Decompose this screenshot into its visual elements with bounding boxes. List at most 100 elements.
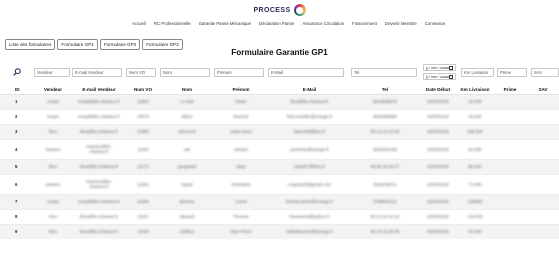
cell-value: Gaillere [179, 229, 195, 235]
cell-value: 02/03/2023 [427, 229, 449, 235]
filter-km-livraison[interactable] [461, 68, 494, 77]
cell-value: Lionel [235, 199, 247, 204]
nav-item-accueil[interactable]: Accueil [132, 21, 146, 26]
cell-value: Ewan [235, 99, 247, 104]
cell-value: 06.60.42.83.27 [370, 164, 400, 169]
cell-email: thea@bn.charteur.fr [268, 93, 351, 109]
nav-item-declaration-panne[interactable]: Déclaration Panne [259, 21, 294, 26]
table-row[interactable]: 1 nnaan nnaa@bbn.charteur.fr 11922 Le Mat Ewa… [0, 93, 559, 109]
calendar-icon[interactable] [449, 74, 453, 79]
table-row[interactable]: 5 theo thea@bn.charteur.fr 11172 gougeard dan… [0, 158, 559, 174]
col-header-sav[interactable]: SAV [527, 85, 559, 95]
filter-vendeur[interactable] [34, 68, 70, 77]
cell-km: 116.000 [457, 208, 493, 224]
filter-email[interactable] [268, 68, 344, 77]
col-header-tel[interactable]: Tel [351, 85, 419, 95]
table-row[interactable]: 3 theo thea@bn.charteur.fr 11980 atrement mar… [0, 123, 559, 139]
col-header-km-livraison[interactable]: Km Livraison [457, 85, 493, 95]
nav-item-rc-professionnelle[interactable]: RC Professionnelle [154, 21, 191, 26]
cell-email: berleau.lionel@orange.fr [268, 193, 351, 209]
cell-id: 9 [0, 223, 34, 239]
cell-prenom: Jean Pierre [214, 223, 268, 239]
col-header-email-vendeur[interactable]: E-mail Vendeur [72, 85, 126, 95]
cell-value: thea@bn.charteur.fr [79, 129, 119, 134]
cell-sav [527, 138, 559, 159]
table-row[interactable]: 6 maxime maxime@bn-charteur.fr 11281 leguai c… [0, 173, 559, 194]
cell-value: nnaan [47, 199, 59, 204]
filter-date-from[interactable]: jj / mm / aaaa [423, 64, 456, 71]
cell-value: 11980 [137, 129, 149, 134]
table-row[interactable]: 4 maxime maxime@bn-charteur.fr 11190 tutt ste… [0, 138, 559, 159]
cell-value: laure298@live.fr [293, 129, 326, 134]
cell-value: 0626239211 [373, 181, 397, 187]
cell-vendeur: maxime [34, 138, 72, 159]
cell-prime [493, 108, 527, 124]
col-header-vendeur[interactable]: Vendeur [34, 85, 72, 95]
nav-item-devenir-membre[interactable]: Devenir Membre [385, 21, 417, 26]
cell-value: thomasma@yahoo.fr [289, 214, 330, 219]
cell-value: 06.13.10.13.59 [370, 129, 400, 134]
cell-km: 54.400 [457, 223, 493, 239]
cell-prime [493, 138, 527, 159]
cell-num-vo: 11190 [126, 138, 160, 159]
cell-value: dany [236, 164, 246, 169]
col-header-date-debut[interactable]: Date Début [419, 85, 457, 95]
filter-nom[interactable] [160, 68, 210, 77]
filter-date-to[interactable]: jj / mm / aaaa [423, 73, 456, 80]
cell-value: 06.13.10.12.20 [370, 214, 400, 219]
nav-item-connexion[interactable]: Connexion [425, 21, 446, 26]
cell-value: 88.200 [468, 164, 482, 169]
cell-num-vo: 11922 [126, 93, 160, 109]
cell-prime [493, 223, 527, 239]
cell-value: c.leguai18@gmail.com [287, 181, 332, 187]
cell-email: laure298@live.fr [268, 123, 351, 139]
cell-tel: 0610508070 [351, 93, 419, 109]
filter-email-vendeur[interactable] [72, 68, 122, 77]
cell-email: c.leguai18@gmail.com [268, 173, 351, 194]
cell-value: berleau.lionel@orange.fr [285, 199, 334, 204]
cell-date: 02/03/2023 [419, 93, 457, 109]
cell-sav [527, 173, 559, 194]
cell-email-vendeur: maxime@bn-charteur.fr [72, 138, 126, 159]
brand-name: PROCESS [253, 6, 291, 14]
col-header-prenom[interactable]: Prénom [214, 85, 268, 95]
cell-value: 02/03/2023 [427, 181, 449, 187]
filter-tel[interactable] [351, 68, 417, 77]
cell-km: 43.000 [457, 108, 493, 124]
cell-value: dalico [181, 114, 193, 119]
nav-item-financement[interactable]: Financement [352, 21, 377, 26]
calendar-icon[interactable] [449, 65, 453, 70]
cell-date: 02/03/2023 [419, 138, 457, 159]
filter-sav[interactable] [531, 68, 559, 77]
cell-value: thea@bn.charteur.fr [79, 229, 119, 235]
filter-bar: jj / mm / aaaa jj / mm / aaaa [0, 64, 559, 82]
col-header-prime[interactable]: Prime [493, 85, 527, 95]
cell-value: maxime [45, 181, 61, 187]
cell-nom: leguai [160, 173, 214, 194]
col-header-email[interactable]: E-Mail [268, 85, 351, 95]
cell-value: 0788903112 [373, 199, 397, 204]
cell-email: sunshine@orange.fr [268, 138, 351, 159]
table-row[interactable]: 8 theo thea@bn.charteur.fr 11167 Masard Thoma… [0, 208, 559, 224]
cell-nom: atrement [160, 123, 214, 139]
cell-value: sunshine@orange.fr [290, 146, 329, 152]
col-header-num-vo[interactable]: Num VO [126, 85, 160, 95]
search-icon[interactable] [13, 68, 21, 76]
filter-num-vo[interactable] [126, 68, 156, 77]
nav-item-assurance-circulation[interactable]: Assurance Circulation [302, 21, 344, 26]
brand-logo[interactable]: PROCESS [0, 3, 559, 17]
nav-item-garantie-panne[interactable]: Garantie Panne Mécanique [199, 21, 251, 26]
table-row[interactable]: 2 nnaan nnaa@bbn.charteur.fr 10970 dalico fra… [0, 108, 559, 124]
table-row[interactable]: 7 nnaan nnaa@bbn.charteur.fr 11084 Berleau Li… [0, 193, 559, 209]
cell-sav [527, 223, 559, 239]
col-header-id[interactable]: ID [0, 85, 34, 95]
filter-prime[interactable] [497, 68, 527, 77]
filter-prenom[interactable] [214, 68, 264, 77]
cell-sav [527, 93, 559, 109]
cell-value: 116.000 [467, 214, 483, 219]
cell-value: maxime@bn-charteur.fr [86, 179, 112, 189]
cell-value: 11922 [137, 99, 149, 104]
col-header-nom[interactable]: Nom [160, 85, 214, 95]
cell-value: thea@bn.charteur.fr [79, 214, 119, 219]
table-row[interactable]: 9 theo thea@bn.charteur.fr 11156 Gaillere Jea… [0, 223, 559, 239]
